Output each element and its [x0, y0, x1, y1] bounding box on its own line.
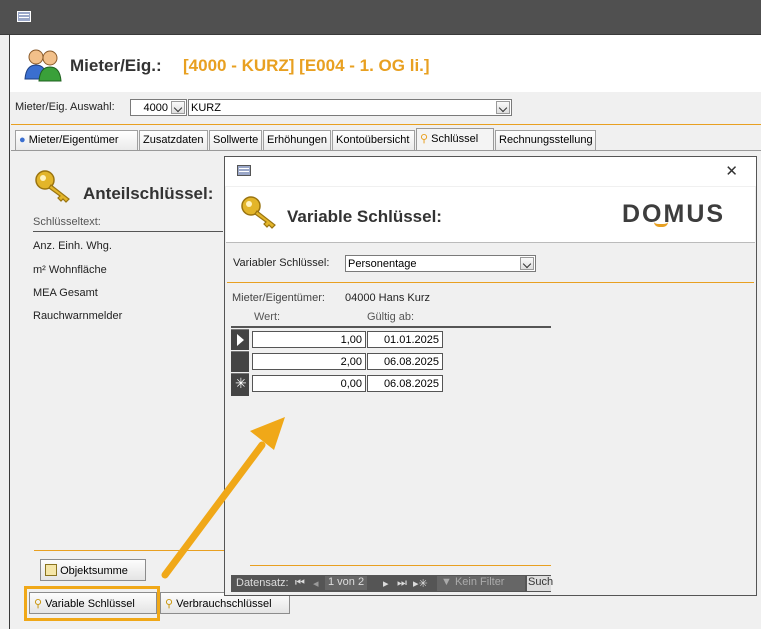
- grid-header-line: [231, 326, 551, 328]
- header-record: [4000 - KURZ] [E004 - 1. OG li.]: [183, 56, 430, 75]
- chevron-down-icon[interactable]: [520, 257, 534, 270]
- list-item: Anz. Einh. Whg.: [33, 240, 112, 252]
- tab-label: Mieter/Eigentümer: [28, 134, 119, 146]
- key-icon: [35, 170, 70, 203]
- filter-label: Kein Filter: [454, 576, 505, 588]
- tab-label: Schlüssel: [431, 133, 479, 145]
- key-icon: ⚲: [165, 598, 174, 610]
- selection-label: Mieter/Eig. Auswahl:: [15, 101, 115, 113]
- new-record-nav-icon[interactable]: ▸✳: [413, 577, 428, 590]
- tab-underline: [11, 150, 761, 151]
- wert-field[interactable]: 0,00: [252, 375, 366, 392]
- chevron-down-icon[interactable]: [171, 101, 185, 114]
- tab-label: Sollwerte: [213, 134, 259, 146]
- last-record-icon[interactable]: ⏭: [397, 577, 407, 590]
- users-icon: ●: [19, 134, 26, 146]
- tab-label: Erhöhungen: [267, 134, 327, 146]
- dialog-divider: [227, 282, 754, 283]
- close-icon[interactable]: ✕: [725, 162, 738, 180]
- record-selector[interactable]: [231, 329, 249, 350]
- header-divider: [11, 124, 761, 125]
- arrow-annotation: [161, 417, 285, 579]
- tab-rechnungsstellung[interactable]: Rechnungsstellung: [495, 130, 596, 150]
- tab-label: Rechnungsstellung: [499, 134, 593, 146]
- filter-button[interactable]: ▼ Kein Filter: [437, 576, 525, 591]
- dialog-titlebar: ✕: [224, 156, 757, 186]
- domus-logo: DOMUS: [622, 200, 726, 228]
- key-icon: [241, 196, 276, 229]
- col-header-wert: Wert:: [254, 311, 281, 323]
- list-item: MEA Gesamt: [33, 287, 98, 299]
- nav-position[interactable]: 1 von 2: [325, 576, 367, 590]
- key-label: Variabler Schlüssel:: [233, 257, 330, 269]
- window-titlebar: [0, 0, 761, 35]
- tab-sollwerte[interactable]: Sollwerte: [209, 130, 262, 150]
- col-header-gueltig: Gültig ab:: [367, 311, 415, 323]
- objektsumme-button[interactable]: Objektsumme: [40, 559, 146, 581]
- variable-key-value: Personentage: [348, 258, 417, 270]
- wert-field[interactable]: 1,00: [252, 331, 366, 348]
- owner-value: 04000 Hans Kurz: [345, 292, 430, 304]
- anteil-col-header: Schlüsseltext:: [33, 216, 101, 228]
- wert-field[interactable]: 2,00: [252, 353, 366, 370]
- gueltig-field[interactable]: 06.08.2025: [367, 375, 443, 392]
- highlight-box: [24, 586, 160, 621]
- filter-icon: ▼: [441, 576, 452, 588]
- tenant-number-value: 4000: [143, 102, 168, 114]
- gueltig-field[interactable]: 06.08.2025: [367, 353, 443, 370]
- form-icon: [237, 165, 251, 176]
- tab-zusatzdaten[interactable]: Zusatzdaten: [139, 130, 208, 150]
- tenant-name-value: KURZ: [191, 102, 221, 114]
- tab-erhoehungen[interactable]: Erhöhungen: [263, 130, 331, 150]
- variable-key-combo[interactable]: Personentage: [345, 255, 536, 272]
- record-selector[interactable]: [231, 351, 249, 372]
- tab-label: Zusatzdaten: [143, 134, 204, 146]
- tab-label: Kontoübersicht: [336, 134, 410, 146]
- tab-kontouebersicht[interactable]: Kontoübersicht: [332, 130, 415, 150]
- tab-schluessel[interactable]: ⚲ Schlüssel: [416, 128, 494, 150]
- calculator-icon: [45, 564, 57, 576]
- button-label: Objektsumme: [60, 565, 128, 577]
- new-record-icon: ✳: [235, 375, 247, 391]
- tenant-name-combo[interactable]: KURZ: [188, 99, 512, 116]
- list-item: Rauchwarnmelder: [33, 310, 123, 322]
- tenant-number-combo[interactable]: 4000: [130, 99, 187, 116]
- prev-record-icon[interactable]: ◂: [313, 577, 319, 590]
- record-selector[interactable]: ✳: [231, 373, 249, 396]
- search-field[interactable]: Such: [527, 576, 553, 591]
- key-icon: ⚲: [420, 133, 429, 145]
- users-icon: [24, 49, 62, 82]
- dialog-title: Variable Schlüssel:: [287, 207, 442, 226]
- form-icon: [17, 11, 31, 22]
- anteil-col-divider: [33, 231, 223, 232]
- next-record-icon[interactable]: ▸: [383, 577, 389, 590]
- anteil-title: Anteilschlüssel:: [83, 184, 214, 203]
- current-record-icon: [237, 334, 244, 346]
- gueltig-field[interactable]: 01.01.2025: [367, 331, 443, 348]
- list-item: m² Wohnfläche: [33, 264, 107, 276]
- chevron-down-icon[interactable]: [496, 101, 510, 114]
- tab-mieter-eigentuemer[interactable]: ● Mieter/Eigentümer: [15, 130, 138, 150]
- owner-label: Mieter/Eigentümer:: [232, 292, 325, 304]
- button-label: Verbrauchschlüssel: [176, 598, 272, 610]
- header-title: Mieter/Eig.:: [70, 56, 162, 75]
